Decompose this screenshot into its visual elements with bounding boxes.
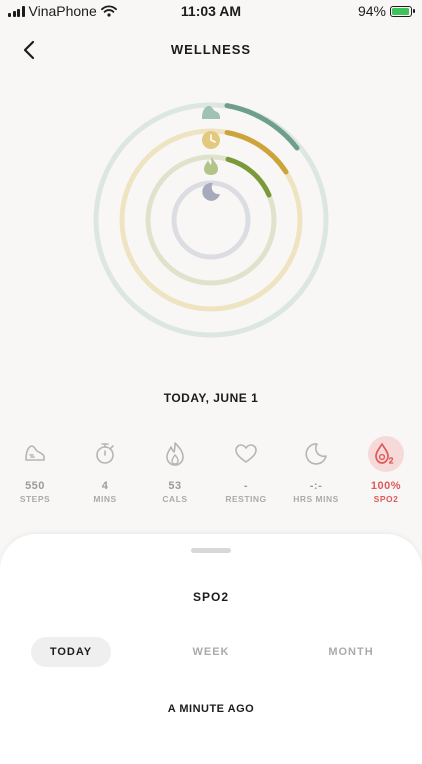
metric-value: 550	[25, 480, 45, 492]
steps-ring-progress	[224, 103, 300, 151]
metric-icon-wrap	[17, 436, 53, 472]
tab-week[interactable]: WEEK	[171, 637, 251, 667]
shoe-icon	[202, 106, 220, 119]
activity-rings	[93, 102, 329, 338]
metric-icon-wrap	[298, 436, 334, 472]
stopwatch-icon	[96, 443, 114, 464]
metric-label: HRS MINS	[293, 494, 339, 504]
period-tabs: TODAY WEEK MONTH	[0, 637, 422, 667]
metrics-row: 550 STEPS 4 MINS 53 CALS - RESTING -:- H…	[0, 436, 422, 516]
flame-icon	[204, 157, 218, 175]
metric-calories[interactable]: 53 CALS	[145, 436, 205, 504]
metric-label: CALS	[162, 494, 188, 504]
shoe-icon	[25, 445, 45, 461]
oxygen-drop-icon	[375, 443, 394, 464]
page-title: WELLNESS	[170, 42, 252, 57]
metric-value: 100%	[370, 480, 402, 492]
header: WELLNESS	[0, 30, 422, 70]
metric-resting[interactable]: - RESTING	[216, 436, 276, 504]
metric-label: STEPS	[19, 494, 51, 504]
metric-label: MINS	[93, 494, 117, 504]
date-label: TODAY, JUNE 1	[163, 391, 259, 405]
metric-label: RESTING	[225, 494, 267, 504]
metric-steps[interactable]: 550 STEPS	[5, 436, 65, 504]
metric-icon-wrap	[228, 436, 264, 472]
metric-value: 53	[168, 480, 182, 492]
metric-icon-wrap	[87, 436, 123, 472]
sheet-title: SPO2	[192, 590, 229, 604]
flame-icon	[166, 442, 184, 466]
metric-spo2[interactable]: 100% SPO2	[356, 436, 416, 504]
bottom-sheet: SPO2 TODAY WEEK MONTH A MINUTE AGO	[0, 534, 422, 764]
status-right: 94%	[357, 3, 415, 19]
metric-value: 4	[101, 480, 109, 492]
metric-minutes[interactable]: 4 MINS	[75, 436, 135, 504]
tab-today[interactable]: TODAY	[31, 637, 111, 667]
metric-sleep[interactable]: -:- HRS MINS	[286, 436, 346, 504]
metric-icon-wrap	[368, 436, 404, 472]
last-updated: A MINUTE AGO	[167, 703, 255, 715]
status-bar: VinaPhone 11:03 AM 94%	[0, 0, 422, 24]
metric-value: -:-	[309, 480, 323, 492]
metric-value: -	[243, 480, 249, 492]
sheet-drag-handle[interactable]	[191, 548, 231, 553]
moon-icon	[305, 443, 327, 465]
heart-icon	[235, 444, 257, 463]
clock-icon	[202, 131, 220, 149]
metric-label: SPO2	[373, 494, 399, 504]
metric-icon-wrap	[157, 436, 193, 472]
battery-icon	[390, 5, 415, 17]
tab-month[interactable]: MONTH	[311, 637, 391, 667]
battery-percent: 94%	[357, 3, 386, 19]
minutes-ring-progress	[224, 130, 289, 175]
